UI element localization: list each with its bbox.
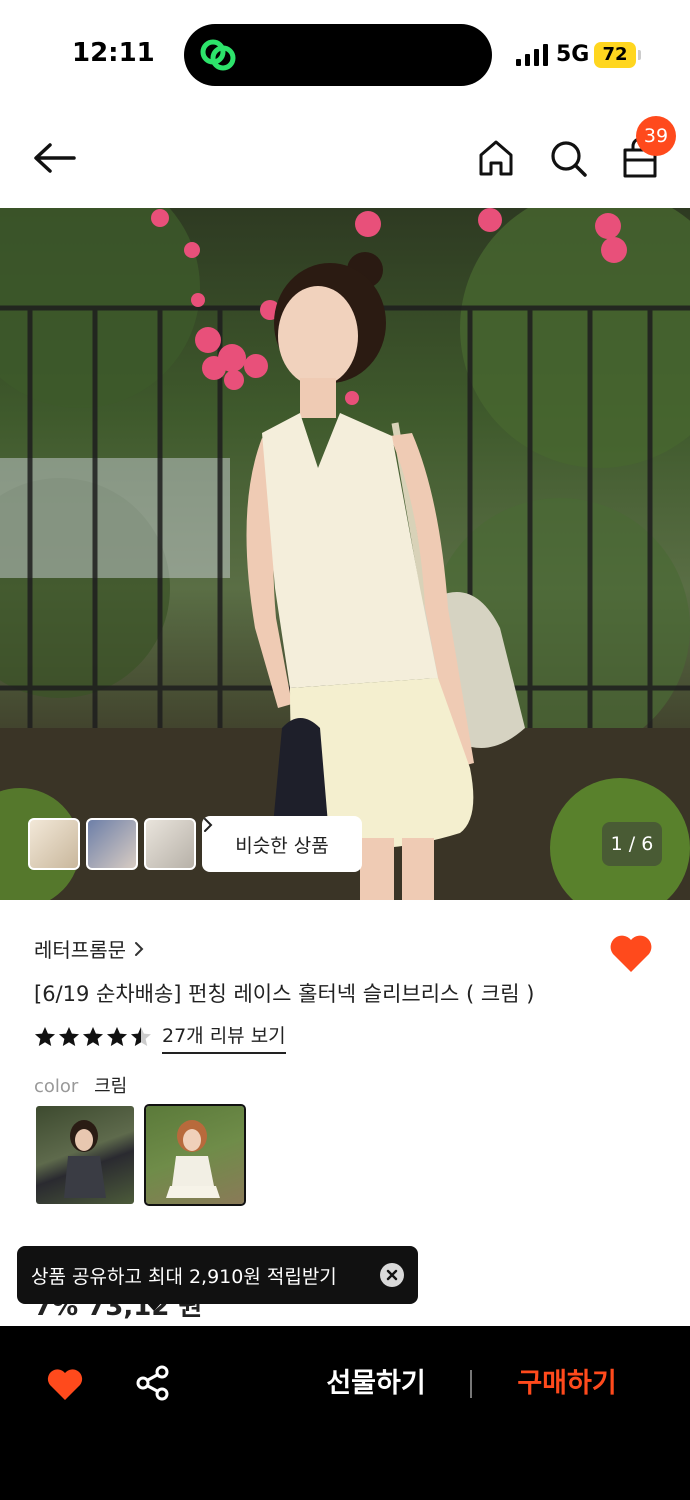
toast-tail xyxy=(144,1300,164,1311)
like-heart-icon[interactable] xyxy=(46,1366,84,1402)
toast-close-button[interactable] xyxy=(380,1263,404,1287)
gallery-thumbnail-2[interactable] xyxy=(86,818,138,870)
gallery-thumbnail-3[interactable] xyxy=(144,818,196,870)
similar-products-button[interactable]: 비슷한 상품 xyxy=(202,816,362,872)
search-icon[interactable] xyxy=(546,136,590,180)
gift-button[interactable]: 선물하기 xyxy=(310,1362,442,1406)
color-option-2-selected[interactable] xyxy=(144,1104,246,1206)
image-pager: 1 / 6 xyxy=(602,822,662,866)
link-icon xyxy=(200,39,236,71)
star-icon xyxy=(83,1027,103,1046)
bottom-action-bar: 선물하기 구매하기 xyxy=(0,1326,690,1500)
color-option-2-photo xyxy=(166,1120,220,1198)
status-time: 12:11 xyxy=(72,38,155,68)
gallery-thumbnail-1[interactable] xyxy=(28,818,80,870)
similar-products-label: 비슷한 상품 xyxy=(235,834,329,857)
top-nav: 39 xyxy=(0,110,690,208)
color-option-1-photo xyxy=(64,1120,106,1198)
brand-name: 레터프롬문 xyxy=(34,938,126,962)
hero-photo xyxy=(0,208,690,900)
wishlist-heart-icon[interactable] xyxy=(608,932,654,974)
rating-row: 27개 리뷰 보기 xyxy=(34,1021,286,1054)
buy-button[interactable]: 구매하기 xyxy=(500,1362,634,1406)
battery-tip xyxy=(638,50,641,60)
review-link[interactable]: 27개 리뷰 보기 xyxy=(162,1021,286,1054)
color-option-1[interactable] xyxy=(36,1106,134,1204)
product-hero-image[interactable]: 비슷한 상품 1 / 6 xyxy=(0,208,690,900)
home-icon[interactable] xyxy=(474,136,518,180)
close-icon xyxy=(386,1269,398,1281)
battery-indicator: 72 xyxy=(594,42,636,68)
star-icon xyxy=(131,1027,151,1046)
star-icon xyxy=(59,1027,79,1046)
network-label: 5G xyxy=(556,42,590,67)
chevron-right-icon xyxy=(135,941,144,956)
option-label: color xyxy=(34,1076,79,1097)
share-icon[interactable] xyxy=(134,1364,172,1402)
share-reward-toast[interactable]: 상품 공유하고 최대 2,910원 적립받기 xyxy=(17,1246,418,1304)
back-arrow-icon[interactable] xyxy=(30,136,78,180)
star-icon xyxy=(107,1027,127,1046)
star-rating xyxy=(34,1026,152,1048)
signal-icon xyxy=(516,44,548,66)
chevron-right-icon xyxy=(204,818,213,832)
status-bar: 12:11 5G 72 xyxy=(0,0,690,110)
option-value: 크림 xyxy=(94,1076,128,1097)
cart-count-badge: 39 xyxy=(636,116,676,156)
brand-link[interactable]: 레터프롬문 xyxy=(34,934,144,963)
bottom-divider xyxy=(470,1370,472,1398)
star-icon xyxy=(35,1027,55,1046)
dynamic-island xyxy=(184,24,492,86)
product-title: [6/19 순차배송] 펀칭 레이스 홀터넥 슬리브리스 ( 크림 ) xyxy=(34,982,535,1006)
toast-text: 상품 공유하고 최대 2,910원 적립받기 xyxy=(31,1265,337,1288)
option-row: color 크림 xyxy=(34,1072,127,1098)
